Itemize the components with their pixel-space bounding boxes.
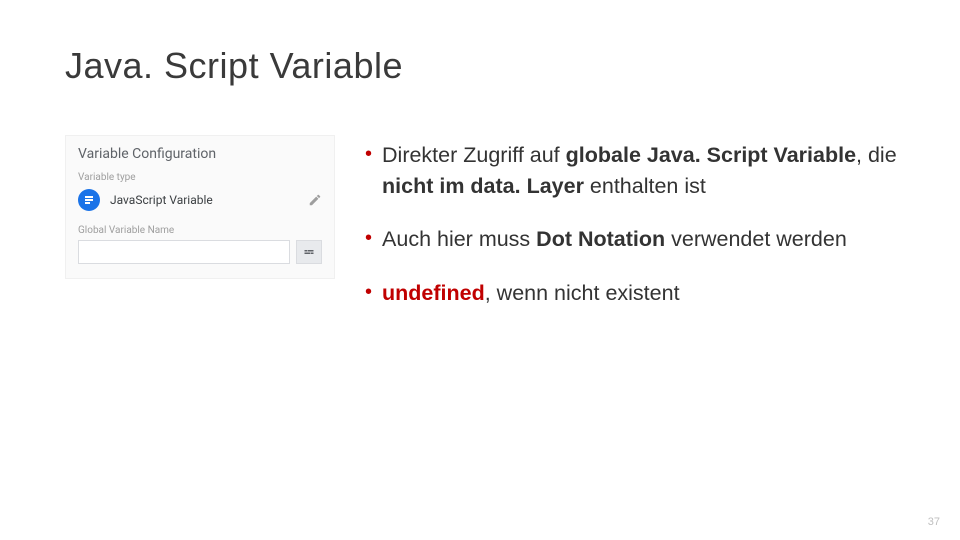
- bullet-text: undefined, wenn nicht existent: [382, 278, 680, 309]
- variable-type-name: JavaScript Variable: [110, 193, 298, 207]
- bullet-list: • Direkter Zugriff auf globale Java. Scri…: [365, 140, 925, 331]
- variable-helper-button[interactable]: [296, 240, 322, 264]
- bullet-dot-icon: •: [365, 140, 372, 169]
- pencil-icon[interactable]: [308, 193, 322, 207]
- slide-title: Java. Script Variable: [65, 45, 403, 87]
- global-variable-name-input[interactable]: [78, 240, 290, 264]
- panel-heading: Variable Configuration: [78, 146, 322, 162]
- variable-type-label: Variable type: [78, 172, 322, 183]
- page-number: 37: [928, 516, 940, 528]
- global-variable-name-label: Global Variable Name: [78, 225, 322, 236]
- bullet-item: • undefined, wenn nicht existent: [365, 278, 925, 309]
- bullet-dot-icon: •: [365, 278, 372, 307]
- variable-config-panel: Variable Configuration Variable type Jav…: [65, 135, 335, 279]
- bullet-text: Direkter Zugriff auf globale Java. Scrip…: [382, 140, 925, 202]
- bullet-item: • Direkter Zugriff auf globale Java. Scri…: [365, 140, 925, 202]
- variable-type-row[interactable]: JavaScript Variable: [78, 189, 322, 211]
- brick-icon: [303, 243, 315, 262]
- javascript-variable-icon: [78, 189, 100, 211]
- bullet-item: • Auch hier muss Dot Notation verwendet w…: [365, 224, 925, 255]
- bullet-text: Auch hier muss Dot Notation verwendet we…: [382, 224, 847, 255]
- bullet-dot-icon: •: [365, 224, 372, 253]
